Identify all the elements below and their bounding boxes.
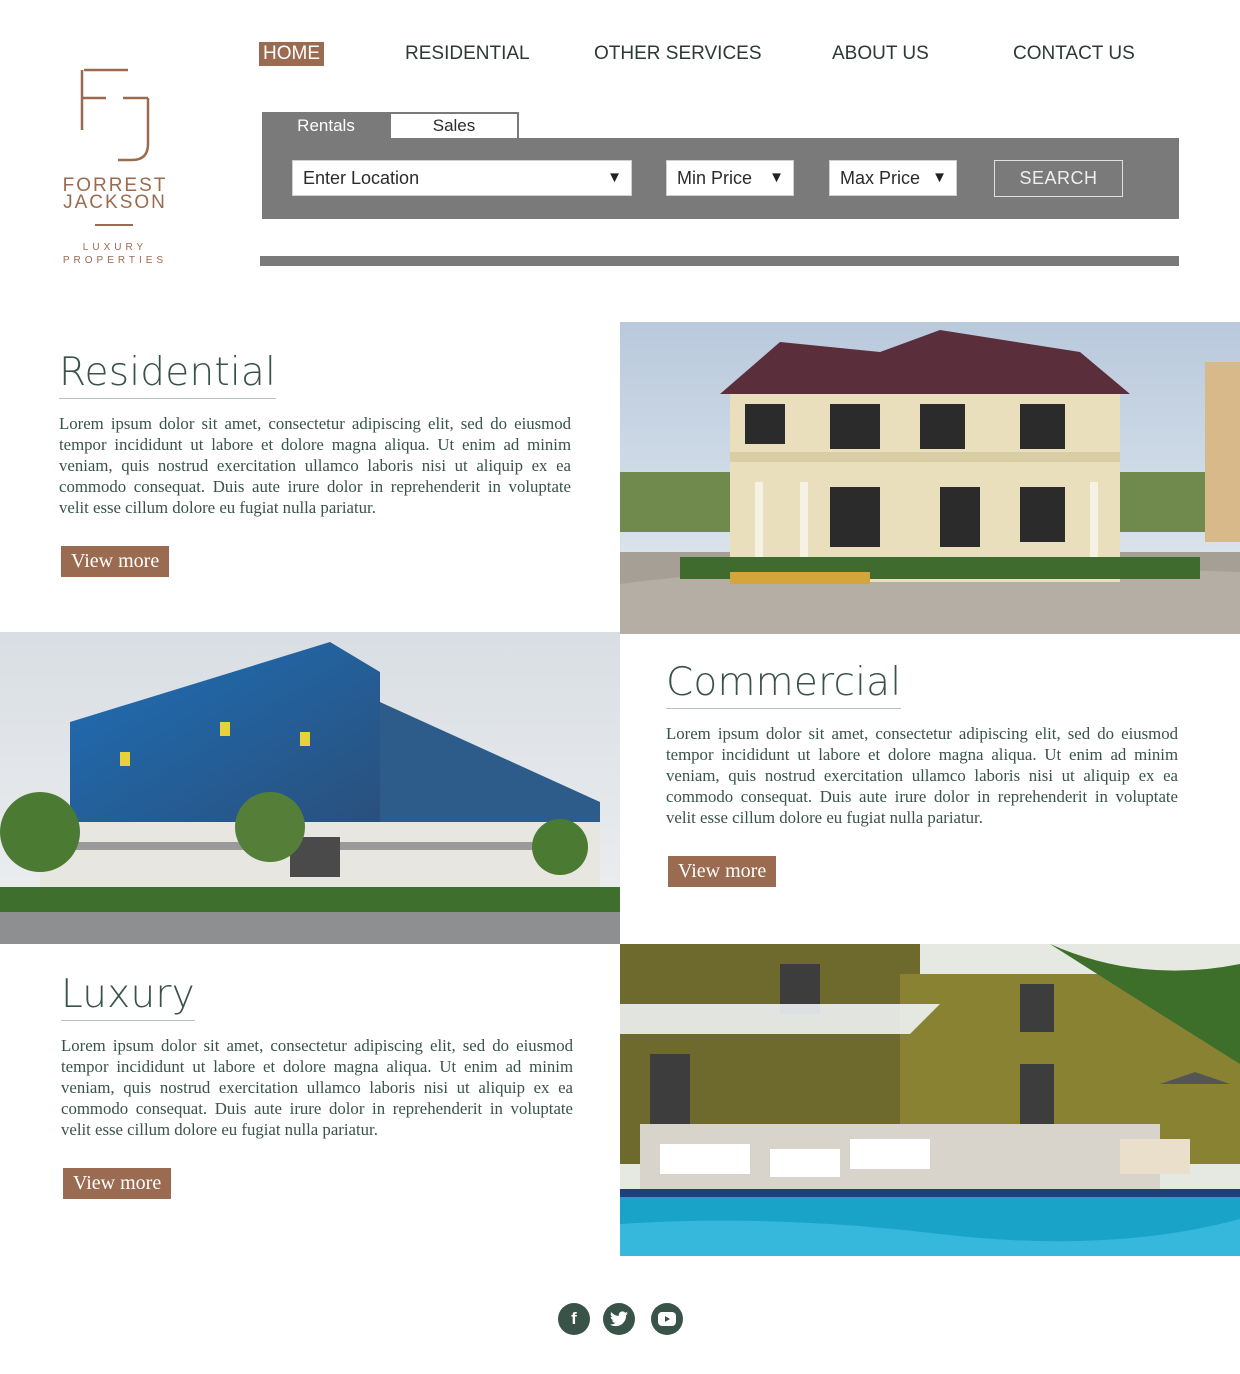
youtube-icon[interactable]: [651, 1303, 683, 1335]
nav-other-services[interactable]: OTHER SERVICES: [594, 42, 762, 66]
brand-tagline-line1: LUXURY: [82, 242, 148, 253]
section-body: Lorem ipsum dolor sit amet, consectetur …: [666, 724, 1178, 827]
facebook-icon[interactable]: f: [558, 1303, 590, 1335]
brand-tagline-line2: PROPERTIES: [62, 255, 168, 266]
min-price-value: Min Price: [677, 168, 753, 188]
header-divider-bar: [260, 256, 1179, 266]
view-more-button[interactable]: View more: [61, 546, 170, 577]
tab-rentals[interactable]: Rentals: [262, 112, 390, 140]
section-residential: Residential Lorem ipsum dolor sit amet, …: [59, 350, 571, 577]
location-value: Enter Location: [303, 168, 420, 188]
nav-about-us[interactable]: ABOUT US: [832, 42, 929, 66]
location-select[interactable]: Enter Location ▼: [292, 160, 632, 196]
section-body: Lorem ipsum dolor sit amet, consectetur …: [61, 1036, 573, 1139]
twitter-bird-icon: [610, 1311, 628, 1327]
dropdown-arrow-icon: ▼: [769, 169, 784, 186]
nav-home[interactable]: HOME: [259, 42, 324, 66]
search-panel: Enter Location ▼ Min Price ▼ Max Price ▼…: [262, 138, 1179, 219]
dropdown-arrow-icon: ▼: [607, 169, 622, 186]
view-more-button[interactable]: View more: [63, 1168, 172, 1199]
max-price-select[interactable]: Max Price ▼: [829, 160, 957, 196]
brand-logo[interactable]: FORREST JACKSON LUXURY PROPERTIES: [56, 64, 174, 274]
twitter-icon[interactable]: [603, 1303, 635, 1335]
search-button[interactable]: SEARCH: [994, 160, 1123, 197]
min-price-select[interactable]: Min Price ▼: [666, 160, 794, 196]
view-more-button[interactable]: View more: [668, 856, 777, 887]
youtube-play-icon: [658, 1312, 676, 1326]
dropdown-arrow-icon: ▼: [932, 169, 947, 186]
section-title: Commercial: [666, 660, 902, 709]
residential-house-image: [620, 322, 1240, 634]
section-title: Residential: [59, 350, 277, 399]
logo-divider: [95, 224, 133, 226]
section-luxury: Luxury Lorem ipsum dolor sit amet, conse…: [61, 972, 573, 1199]
section-title: Luxury: [61, 972, 195, 1021]
section-body: Lorem ipsum dolor sit amet, consectetur …: [59, 414, 571, 517]
fj-monogram-icon: [80, 68, 150, 162]
section-commercial: Commercial Lorem ipsum dolor sit amet, c…: [666, 660, 1178, 887]
commercial-building-image: [0, 632, 620, 944]
max-price-value: Max Price: [840, 168, 921, 188]
luxury-pool-image: [620, 944, 1240, 1256]
nav-contact-us[interactable]: CONTACT US: [1013, 42, 1135, 66]
tab-sales[interactable]: Sales: [389, 112, 519, 140]
brand-name-line2: JACKSON: [63, 192, 167, 213]
nav-residential[interactable]: RESIDENTIAL: [405, 42, 530, 66]
